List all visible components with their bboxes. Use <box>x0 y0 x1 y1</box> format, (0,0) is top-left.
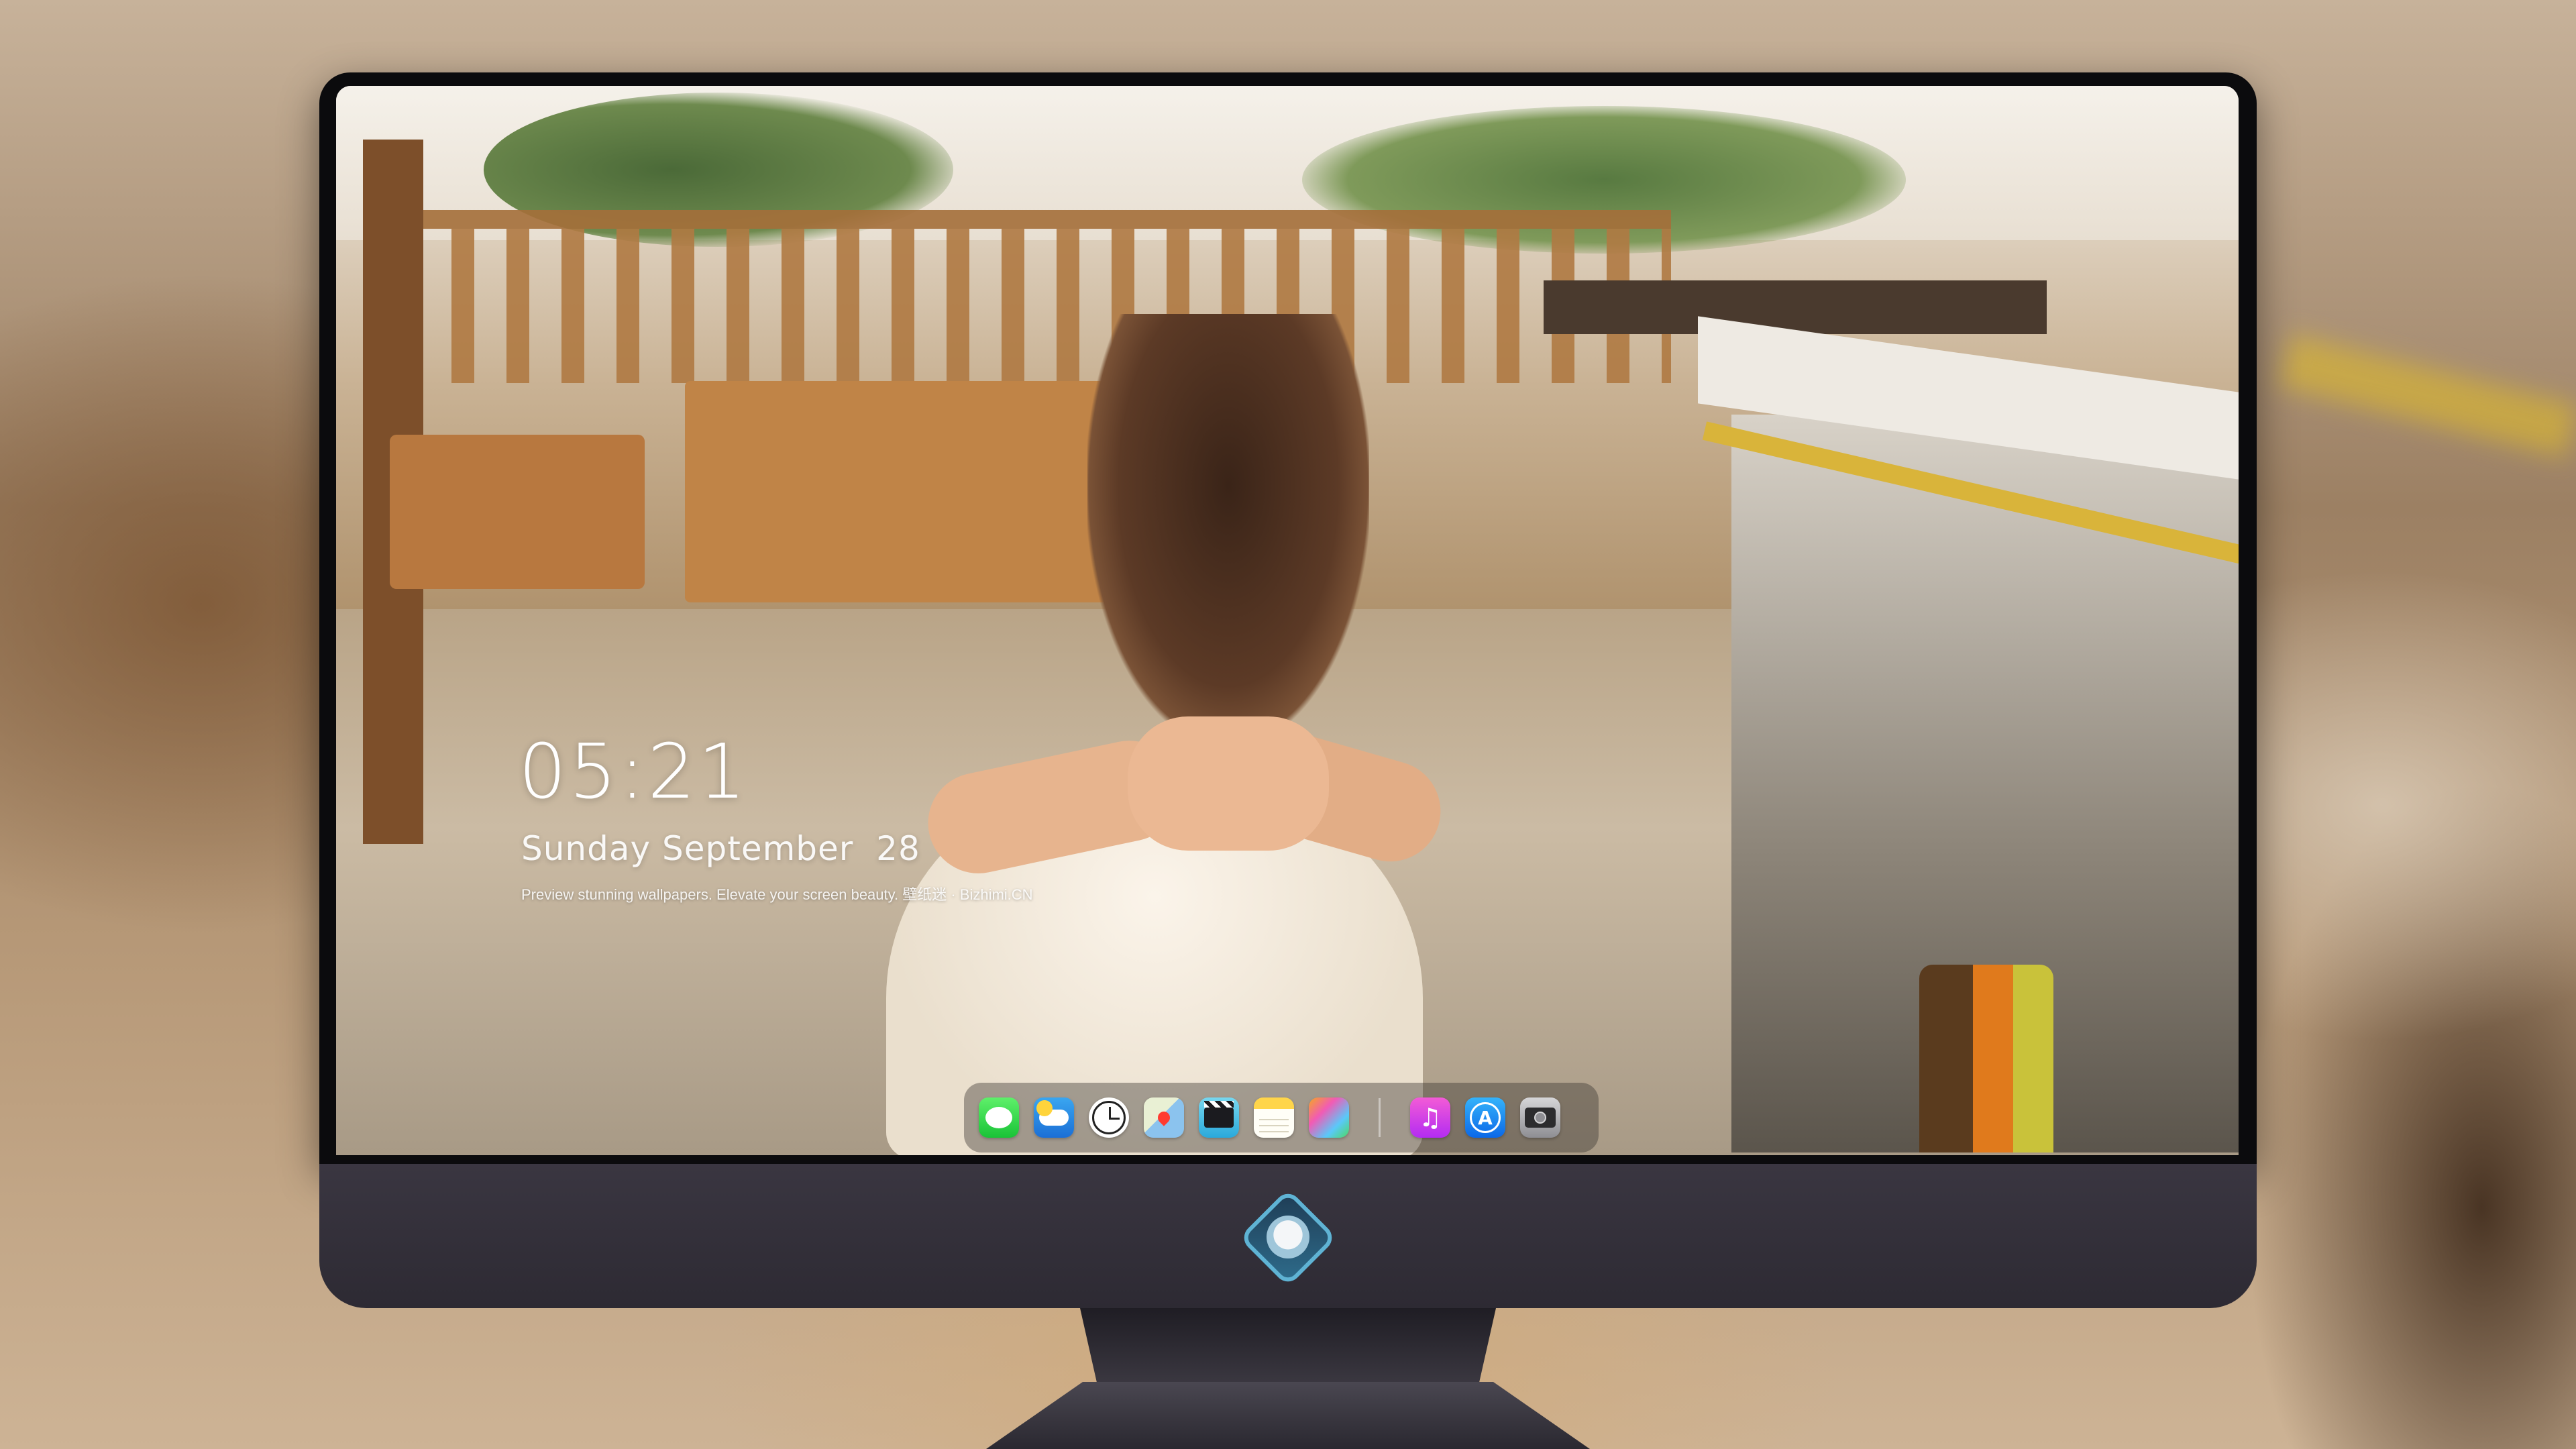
notes-icon[interactable] <box>1254 1097 1294 1138</box>
wallpaper-child-hands <box>1128 716 1329 851</box>
monitor-stand-base <box>986 1382 1590 1449</box>
appstore-glyph: A <box>1470 1102 1501 1133</box>
wallpaper-table <box>685 381 1108 602</box>
wallpaper-bottles <box>1919 965 2053 1152</box>
music-icon[interactable]: ♫ <box>1410 1097 1450 1138</box>
music-note-glyph: ♫ <box>1418 1103 1442 1132</box>
clock-icon[interactable] <box>1089 1097 1129 1138</box>
dock-separator <box>1379 1098 1381 1137</box>
messages-icon[interactable] <box>979 1097 1019 1138</box>
camera-icon[interactable] <box>1520 1097 1560 1138</box>
photos-icon[interactable] <box>1309 1097 1349 1138</box>
lock-screen-clock: 05:21 <box>519 729 749 816</box>
weather-icon[interactable] <box>1034 1097 1074 1138</box>
wallpaper-table <box>1544 280 2047 334</box>
brand-logo-mascot-icon <box>1267 1216 1309 1258</box>
monitor-stand-neck <box>1080 1308 1496 1382</box>
dock: ♫ A <box>964 1083 1599 1152</box>
wallpaper-child-hair <box>1087 314 1369 743</box>
lock-screen-date: Sunday September 28 <box>521 829 920 868</box>
wallpaper-bench <box>390 435 645 589</box>
lock-screen-tagline: Preview stunning wallpapers. Elevate you… <box>521 886 1033 903</box>
appstore-icon[interactable]: A <box>1465 1097 1505 1138</box>
lock-screen[interactable]: 05:21 Sunday September 28 Preview stunni… <box>336 86 2239 1155</box>
wallpaper-railing <box>396 210 1671 383</box>
clapperboard-icon[interactable] <box>1199 1097 1239 1138</box>
maps-icon[interactable] <box>1144 1097 1184 1138</box>
